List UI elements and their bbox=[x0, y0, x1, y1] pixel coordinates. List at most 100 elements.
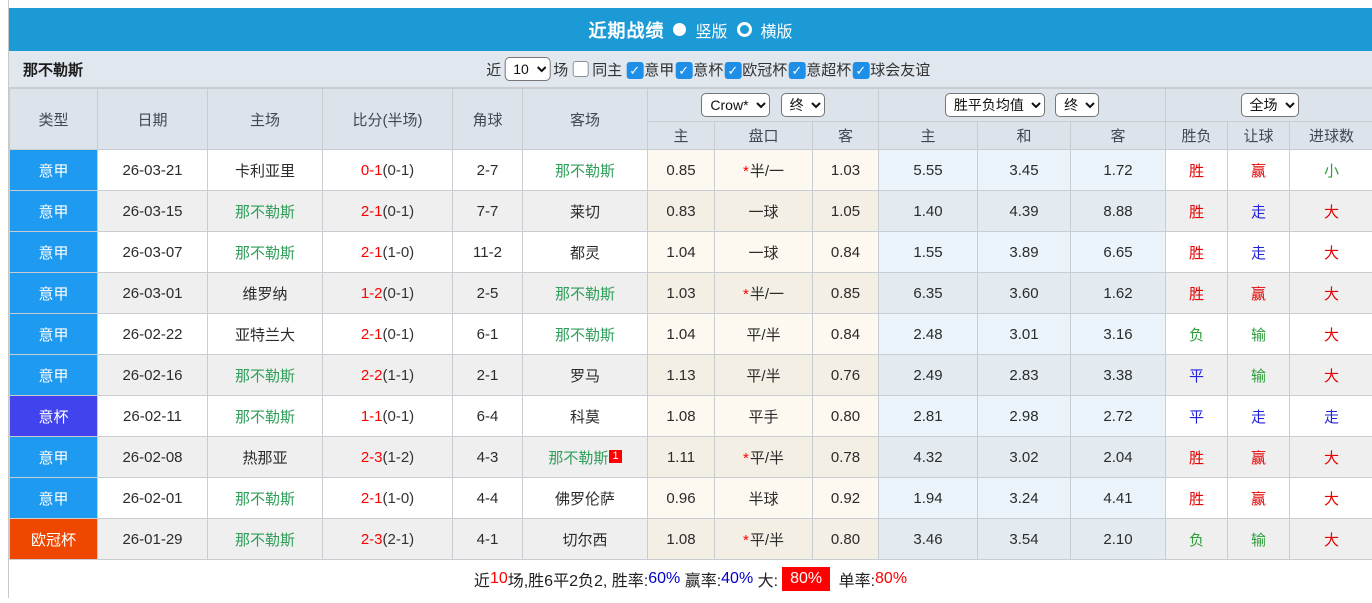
away-team-cell[interactable]: 那不勒斯 bbox=[522, 272, 648, 314]
table-row: 意甲 26-03-21 卡利亚里 0-1(0-1) 2-7 那不勒斯 0.85 *半/一 1.0… bbox=[9, 149, 1372, 191]
ah-line-cell: *平/半 bbox=[714, 436, 813, 478]
home-team-cell[interactable]: 那不勒斯 bbox=[207, 190, 323, 232]
footer-segment: 近 bbox=[473, 573, 490, 590]
vertical-layout-label[interactable]: 竖版 bbox=[695, 18, 727, 42]
handicap-result-cell: 输 bbox=[1227, 518, 1291, 560]
vertical-layout-radio[interactable] bbox=[673, 23, 687, 36]
horizontal-layout-label[interactable]: 横版 bbox=[761, 18, 793, 42]
footer-segment: 单率: bbox=[834, 573, 876, 590]
score-cell: 2-3(1-2) bbox=[322, 436, 453, 478]
away-team-cell[interactable]: 那不勒斯 bbox=[522, 149, 648, 191]
league-type-cell: 欧冠杯 bbox=[9, 518, 98, 560]
goals-result-cell: 小 bbox=[1289, 149, 1372, 191]
ah-away-odds-cell: 1.03 bbox=[812, 149, 879, 191]
handicap-result-cell: 赢 bbox=[1227, 149, 1291, 191]
ah-home-odds-cell: 0.83 bbox=[647, 190, 715, 232]
ah-away-odds-cell: 0.80 bbox=[812, 518, 879, 560]
handicap-change-star: * bbox=[742, 531, 749, 549]
ah-away-odds-cell: 0.85 bbox=[812, 272, 879, 314]
league-type-cell: 意杯 bbox=[9, 395, 98, 437]
handicap-result-cell: 赢 bbox=[1227, 477, 1291, 519]
league-type-cell: 意甲 bbox=[9, 477, 98, 519]
league-checkbox[interactable]: ✓ bbox=[724, 62, 742, 79]
league-filters: ✓ 意甲 ✓ 意杯 ✓ 欧冠杯 ✓ 意超杯 ✓ 球会友谊 bbox=[625, 59, 930, 80]
period-select[interactable]: 全场 bbox=[1240, 93, 1299, 117]
home-team-cell[interactable]: 那不勒斯 bbox=[207, 395, 323, 437]
league-type-cell: 意甲 bbox=[9, 231, 98, 273]
away-team-cell[interactable]: 那不勒斯 1 bbox=[522, 436, 648, 478]
home-team-cell[interactable]: 卡利亚里 bbox=[207, 149, 323, 191]
eu-home-odds-cell: 6.35 bbox=[878, 272, 978, 314]
col-header-score: 比分(半场) bbox=[322, 88, 453, 150]
score-cell: 0-1(0-1) bbox=[322, 149, 453, 191]
ah-line-cell: *半/一 bbox=[714, 149, 813, 191]
league-checkbox-label: 球会友谊 bbox=[870, 61, 931, 79]
table-row: 意甲 26-02-01 那不勒斯 2-1(1-0) 4-4 佛罗伦萨 0.96 半球 0.92 1… bbox=[9, 477, 1372, 519]
league-checkbox[interactable]: ✓ bbox=[626, 62, 644, 79]
score-cell: 2-3(2-1) bbox=[322, 518, 453, 560]
away-team-cell[interactable]: 都灵 bbox=[522, 231, 648, 273]
recent-results-panel: 近期战绩 竖版 横版 那不勒斯 近 10 场 同主 ✓ 意甲 ✓ 意杯 ✓ 欧冠杯 ✓ 意超杯… bbox=[8, 0, 1372, 598]
league-checkbox[interactable]: ✓ bbox=[675, 62, 693, 79]
home-team-cell[interactable]: 那不勒斯 bbox=[207, 518, 323, 560]
bookmaker-select[interactable]: Crow* bbox=[701, 93, 771, 117]
same-home-checkbox[interactable] bbox=[572, 61, 589, 77]
handicap-result-cell: 输 bbox=[1227, 313, 1291, 355]
horizontal-layout-radio[interactable] bbox=[736, 22, 752, 37]
away-team-cell[interactable]: 科莫 bbox=[522, 395, 648, 437]
result-cell: 负 bbox=[1165, 518, 1229, 560]
home-team-cell[interactable]: 亚特兰大 bbox=[207, 313, 323, 355]
away-team-cell[interactable]: 切尔西 bbox=[522, 518, 648, 560]
handicap-result-cell: 输 bbox=[1227, 354, 1291, 396]
col-header-date: 日期 bbox=[97, 88, 208, 150]
ah-away-odds-cell: 0.76 bbox=[812, 354, 879, 396]
footer-segment: 60% bbox=[648, 570, 681, 587]
result-cell: 平 bbox=[1165, 395, 1229, 437]
sub-header-goals: 进球数 bbox=[1289, 121, 1372, 150]
home-team-cell[interactable]: 那不勒斯 bbox=[207, 477, 323, 519]
home-team-cell[interactable]: 热那亚 bbox=[207, 436, 323, 478]
table-row: 欧冠杯 26-01-29 那不勒斯 2-3(2-1) 4-1 切尔西 1.08 *平/半 0.8… bbox=[9, 518, 1372, 560]
away-team-cell[interactable]: 佛罗伦萨 bbox=[522, 477, 648, 519]
result-cell: 胜 bbox=[1165, 477, 1229, 519]
eu-draw-odds-cell: 2.98 bbox=[977, 395, 1071, 437]
league-type-cell: 意甲 bbox=[9, 313, 98, 355]
corner-cell: 4-4 bbox=[452, 477, 523, 519]
home-team-cell[interactable]: 维罗纳 bbox=[207, 272, 323, 314]
match-count-select[interactable]: 10 bbox=[504, 57, 551, 81]
sub-header-give: 让球 bbox=[1227, 121, 1291, 150]
eu-away-odds-cell: 2.72 bbox=[1069, 395, 1167, 437]
handicap-final-select[interactable]: 终 bbox=[780, 93, 825, 117]
score-cell: 2-1(0-1) bbox=[322, 313, 453, 355]
handicap-group-header: Crow* 终 bbox=[647, 88, 879, 122]
ah-home-odds-cell: 1.03 bbox=[647, 272, 715, 314]
same-home-label: 同主 bbox=[592, 61, 623, 79]
away-team-cell[interactable]: 那不勒斯 bbox=[522, 313, 648, 355]
eu-home-odds-cell: 5.55 bbox=[878, 149, 978, 191]
ah-line-cell: 平手 bbox=[714, 395, 813, 437]
handicap-result-cell: 走 bbox=[1227, 190, 1291, 232]
col-header-away: 客场 bbox=[522, 88, 648, 150]
home-team-cell[interactable]: 那不勒斯 bbox=[207, 354, 323, 396]
result-cell: 胜 bbox=[1165, 231, 1229, 273]
date-cell: 26-01-29 bbox=[97, 518, 208, 560]
filter-controls: 近 10 场 同主 ✓ 意甲 ✓ 意杯 ✓ 欧冠杯 ✓ 意超杯 ✓ 球会友谊 bbox=[486, 57, 930, 81]
result-group-header: 全场 bbox=[1165, 88, 1372, 122]
league-checkbox[interactable]: ✓ bbox=[788, 62, 806, 79]
near-label: 近 bbox=[486, 61, 502, 79]
results-tbody: 意甲 26-03-21 卡利亚里 0-1(0-1) 2-7 那不勒斯 0.85 *半/一 1.0… bbox=[9, 149, 1372, 560]
eu-home-odds-cell: 2.81 bbox=[878, 395, 978, 437]
goals-result-cell: 大 bbox=[1289, 231, 1372, 273]
away-team-cell[interactable]: 罗马 bbox=[522, 354, 648, 396]
odds-final-select[interactable]: 终 bbox=[1055, 93, 1100, 117]
handicap-result-cell: 赢 bbox=[1227, 272, 1291, 314]
corner-cell: 7-7 bbox=[452, 190, 523, 232]
away-team-cell[interactable]: 莱切 bbox=[522, 190, 648, 232]
league-checkbox[interactable]: ✓ bbox=[852, 62, 870, 79]
ah-line-cell: 一球 bbox=[714, 190, 813, 232]
col-header-home: 主场 bbox=[207, 88, 323, 150]
home-team-cell[interactable]: 那不勒斯 bbox=[207, 231, 323, 273]
result-cell: 胜 bbox=[1165, 190, 1229, 232]
table-row: 意甲 26-03-01 维罗纳 1-2(0-1) 2-5 那不勒斯 1.03 *半/一 0.85… bbox=[9, 272, 1372, 314]
odds-type-select[interactable]: 胜平负均值 bbox=[944, 93, 1045, 117]
